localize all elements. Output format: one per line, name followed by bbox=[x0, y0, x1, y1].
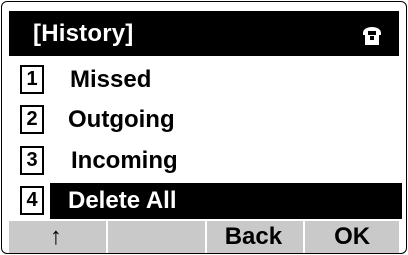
phone-display: [History] 1 Missed 2 Outgoing 3 Incoming… bbox=[1, 1, 407, 254]
softkey-ok-button[interactable]: OK bbox=[303, 221, 399, 253]
menu-item-label: Delete All bbox=[68, 187, 177, 214]
menu-item-missed[interactable]: 1 Missed bbox=[12, 62, 402, 98]
softkey-up-button[interactable]: ↑ bbox=[9, 221, 103, 253]
menu-item-label: Outgoing bbox=[68, 106, 175, 133]
menu-item-label: Missed bbox=[70, 66, 152, 93]
menu-item-label: Incoming bbox=[71, 147, 178, 174]
menu-item-incoming[interactable]: 3 Incoming bbox=[12, 143, 402, 179]
softkey-blank-button[interactable] bbox=[105, 221, 202, 253]
menu-item-delete-all[interactable]: 4 Delete All bbox=[12, 183, 402, 219]
page-title: [History] bbox=[33, 20, 134, 47]
menu-item-number: 1 bbox=[20, 65, 44, 94]
softkey-bar: ↑ Back OK bbox=[9, 221, 399, 253]
softkey-back-button[interactable]: Back bbox=[204, 221, 301, 253]
title-bar: [History] bbox=[9, 11, 399, 56]
menu-item-outgoing[interactable]: 2 Outgoing bbox=[12, 102, 402, 138]
menu-item-number: 4 bbox=[20, 186, 44, 215]
menu-item-number: 2 bbox=[20, 105, 44, 134]
handset-icon bbox=[363, 27, 381, 45]
menu-item-number: 3 bbox=[20, 146, 44, 175]
